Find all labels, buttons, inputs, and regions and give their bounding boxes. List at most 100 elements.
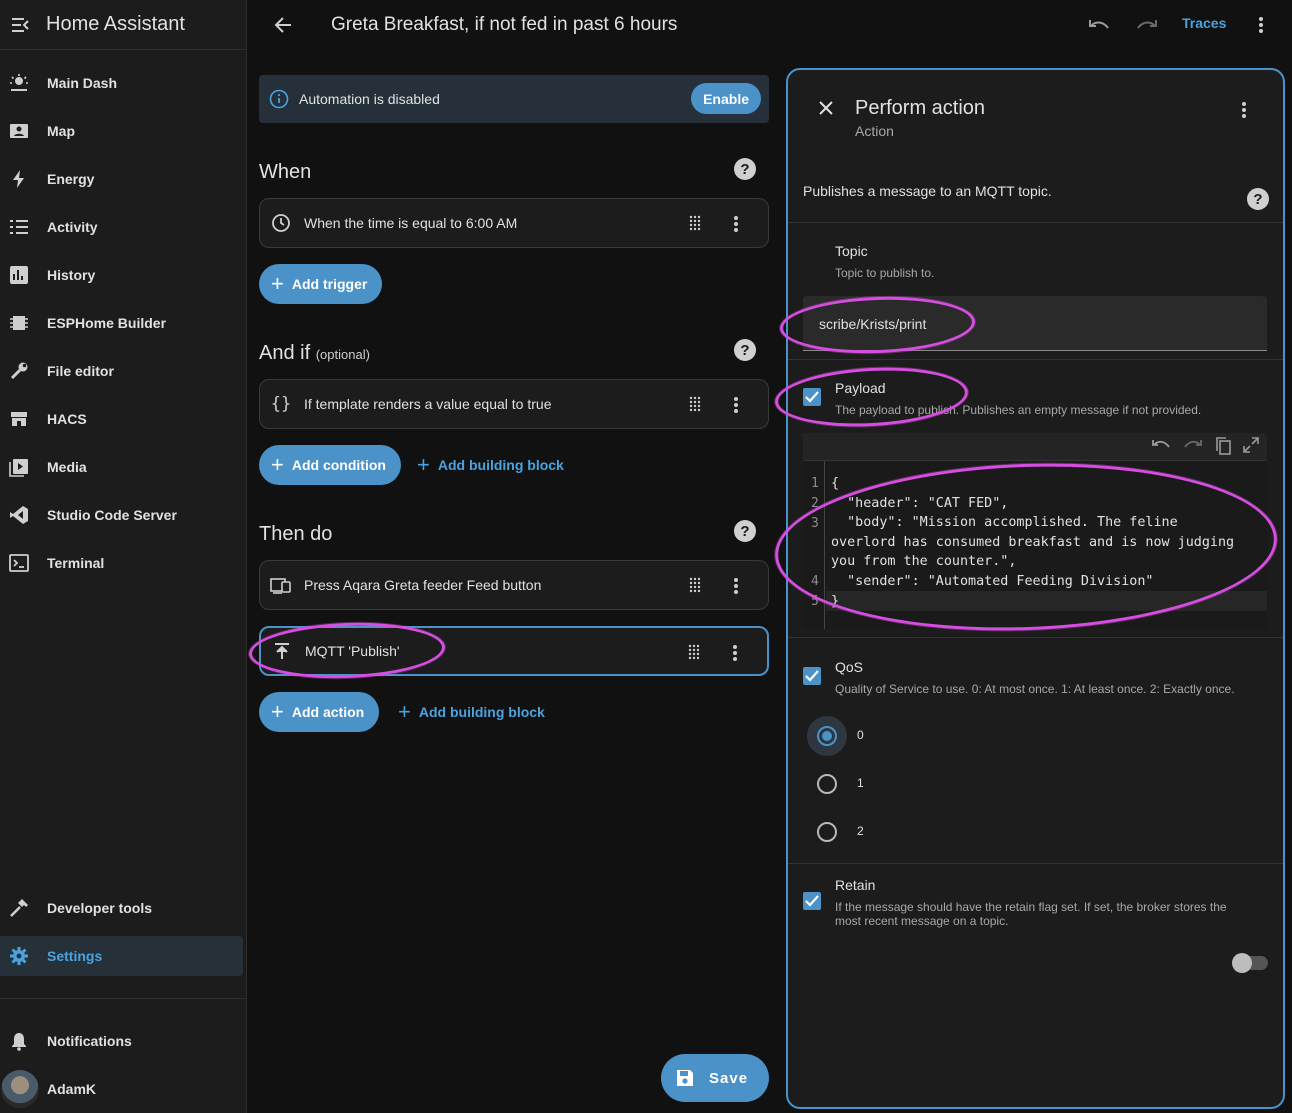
undo-icon[interactable]	[1087, 13, 1111, 37]
sidebar-item-label: Settings	[47, 948, 103, 964]
retain-checkbox[interactable]	[803, 892, 821, 910]
sidebar-item-map[interactable]: Map	[0, 111, 243, 151]
sidebar-item-label: Media	[47, 459, 87, 475]
line-number: 3	[811, 516, 819, 531]
drag-handle-icon[interactable]	[687, 644, 701, 660]
page-title: Greta Breakfast, if not fed in past 6 ho…	[331, 14, 678, 35]
condition-label: If template renders a value equal to tru…	[304, 396, 552, 412]
retain-label: Retain	[835, 877, 876, 893]
save-button[interactable]: Save	[661, 1054, 769, 1102]
sidebar-item-label: Terminal	[47, 555, 105, 571]
drag-handle-icon[interactable]	[688, 396, 702, 412]
more-vert-icon[interactable]	[728, 395, 744, 415]
info-icon	[269, 89, 289, 109]
line-number: 5	[811, 594, 819, 609]
sidebar-item-label: ESPHome Builder	[47, 315, 167, 331]
code-line: }	[831, 594, 840, 609]
add-condition-label: Add condition	[291, 457, 386, 473]
sidebar-item-user[interactable]: AdamK	[0, 1069, 243, 1109]
condition-row[interactable]: {} If template renders a value equal to …	[259, 379, 769, 429]
add-condition-button[interactable]: + Add condition	[259, 445, 401, 485]
dashboard-icon	[9, 73, 29, 93]
plus-icon: +	[271, 452, 284, 477]
copy-icon[interactable]	[1215, 437, 1231, 460]
code-line: overlord has consumed breakfast and is n…	[831, 535, 1235, 550]
qos-radio-2[interactable]	[817, 822, 837, 842]
undo-icon[interactable]	[1151, 437, 1171, 460]
code-line: {	[831, 476, 840, 491]
braces-icon: {}	[270, 394, 292, 414]
topic-help: Topic to publish to.	[835, 266, 935, 280]
sidebar-item-main-dash[interactable]: Main Dash	[0, 63, 243, 103]
menu-icon[interactable]	[0, 0, 40, 50]
terminal-icon	[9, 553, 29, 573]
fullscreen-icon[interactable]	[1243, 437, 1259, 460]
payload-code-editor[interactable]: 1 2 3 4 5 { "header": "CAT FED", "body":…	[803, 433, 1267, 629]
sidebar-item-hacs[interactable]: HACS	[0, 399, 243, 439]
plus-icon: +	[398, 699, 411, 724]
action-row[interactable]: Press Aqara Greta feeder Feed button	[259, 560, 769, 610]
sidebar-item-terminal[interactable]: Terminal	[0, 543, 243, 583]
qos-label: QoS	[835, 659, 864, 675]
sidebar-item-notifications[interactable]: Notifications	[0, 1021, 243, 1061]
redo-icon[interactable]	[1183, 437, 1203, 460]
action-label: Press Aqara Greta feeder Feed button	[304, 577, 542, 593]
more-vert-icon[interactable]	[1249, 13, 1273, 37]
qos-checkbox[interactable]	[803, 667, 821, 685]
more-vert-icon[interactable]	[728, 576, 744, 596]
drag-handle-icon[interactable]	[688, 577, 702, 593]
disabled-banner: Automation is disabled Enable	[259, 75, 769, 123]
plus-icon: +	[417, 452, 430, 477]
mqtt-action-row[interactable]: MQTT 'Publish'	[259, 626, 769, 676]
traces-button[interactable]: Traces	[1182, 15, 1226, 31]
help-icon[interactable]: ?	[734, 520, 756, 542]
retain-toggle[interactable]	[1232, 953, 1268, 973]
trigger-row[interactable]: When the time is equal to 6:00 AM	[259, 198, 769, 248]
more-vert-icon[interactable]	[1241, 101, 1247, 124]
devices-icon	[270, 574, 292, 596]
add-building-block-button[interactable]: + Add building block	[417, 454, 564, 476]
add-action-button[interactable]: + Add action	[259, 692, 380, 732]
banner-text: Automation is disabled	[299, 91, 440, 107]
topic-input[interactable]: scribe/Krists/print	[803, 296, 1267, 351]
drag-handle-icon[interactable]	[688, 215, 702, 231]
payload-label: Payload	[835, 380, 886, 396]
sidebar-item-label: Studio Code Server	[47, 507, 177, 523]
sidebar-item-media[interactable]: Media	[0, 447, 243, 487]
avatar	[1, 1070, 39, 1108]
close-icon[interactable]	[818, 100, 834, 121]
sidebar-item-file-editor[interactable]: File editor	[0, 351, 243, 391]
sidebar-item-settings[interactable]: Settings	[0, 936, 243, 976]
sidebar-item-esphome[interactable]: ESPHome Builder	[0, 303, 243, 343]
help-icon[interactable]: ?	[734, 158, 756, 180]
sidebar-item-label: Map	[47, 123, 75, 139]
sidebar-item-label: HACS	[47, 411, 87, 427]
qos-radio-1[interactable]	[817, 774, 837, 794]
sidebar-item-energy[interactable]: Energy	[0, 159, 243, 199]
list-icon	[9, 217, 29, 237]
action-description: Publishes a message to an MQTT topic.	[803, 183, 1052, 199]
trigger-label: When the time is equal to 6:00 AM	[304, 215, 518, 231]
qos-radio-0[interactable]	[817, 726, 837, 746]
sidebar-item-developer-tools[interactable]: Developer tools	[0, 888, 243, 928]
redo-icon[interactable]	[1135, 13, 1159, 37]
sidebar-item-studio-code[interactable]: Studio Code Server	[0, 495, 243, 535]
back-arrow-icon[interactable]	[247, 0, 319, 50]
hacs-icon	[9, 409, 29, 429]
add-building-block-button[interactable]: + Add building block	[398, 701, 545, 723]
more-vert-icon[interactable]	[728, 214, 744, 234]
help-icon[interactable]: ?	[734, 339, 756, 361]
plus-icon: +	[271, 699, 284, 724]
payload-checkbox[interactable]	[803, 388, 821, 406]
sidebar-item-activity[interactable]: Activity	[0, 207, 243, 247]
qos-option-label: 1	[857, 776, 864, 790]
line-number: 2	[811, 496, 819, 511]
sidebar-item-label: Activity	[47, 219, 98, 235]
help-icon[interactable]: ?	[1247, 188, 1269, 210]
sidebar-item-history[interactable]: History	[0, 255, 243, 295]
add-trigger-button[interactable]: + Add trigger	[259, 264, 383, 304]
topic-value: scribe/Krists/print	[819, 316, 927, 332]
code-line: you from the counter.",	[831, 554, 1017, 569]
enable-button[interactable]: Enable	[691, 83, 761, 114]
more-vert-icon[interactable]	[727, 643, 743, 663]
